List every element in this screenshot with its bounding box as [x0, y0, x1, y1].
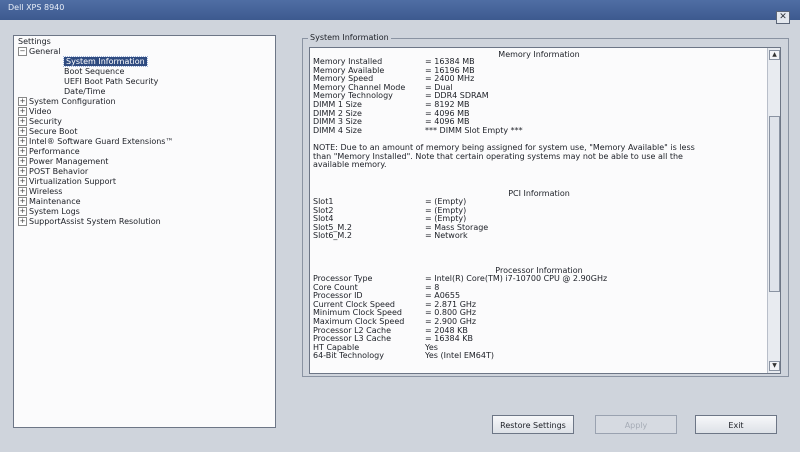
tree-item[interactable]: + Performance	[18, 147, 80, 157]
tree-subitem[interactable]: Date/Time	[64, 87, 105, 97]
scroll-up-arrow-icon[interactable]: ▲	[769, 50, 780, 60]
expand-icon[interactable]: +	[18, 177, 27, 186]
info-value: = Intel(R) Core(TM) i7-10700 CPU @ 2.90G…	[425, 274, 608, 283]
tree-subitem-label: UEFI Boot Path Security	[64, 77, 159, 86]
tree-subitem-label: System Information	[63, 56, 148, 67]
expand-icon[interactable]: +	[18, 157, 27, 166]
expand-icon[interactable]: +	[18, 117, 27, 126]
tree-subitem[interactable]: Boot Sequence	[64, 67, 124, 77]
tree-item[interactable]: + Wireless	[18, 187, 62, 197]
tree-item-label: Virtualization Support	[29, 177, 116, 186]
restore-settings-button[interactable]: Restore Settings	[492, 415, 574, 434]
info-key: 64-Bit Technology	[313, 351, 384, 361]
tree-item[interactable]: + Intel® Software Guard Extensions™	[18, 137, 173, 147]
expand-icon[interactable]: +	[18, 107, 27, 116]
tree-item-label: Power Management	[29, 157, 109, 166]
info-value: = Network	[425, 231, 468, 241]
info-row: 64-Bit Technology Yes (Intel EM64T)	[313, 352, 494, 361]
tree-item[interactable]: + Virtualization Support	[18, 177, 116, 187]
info-key: DIMM 4 Size	[313, 125, 362, 135]
expand-icon[interactable]: +	[18, 217, 27, 226]
expand-icon[interactable]: +	[18, 197, 27, 206]
settings-tree: Settings − General System Information Boot …	[13, 35, 276, 428]
expand-icon[interactable]: +	[18, 137, 27, 146]
close-button[interactable]: ✕	[776, 11, 790, 24]
window-title: Dell XPS 8940	[8, 3, 65, 12]
tree-item[interactable]: + Secure Boot	[18, 127, 77, 137]
tree-item[interactable]: + System Configuration	[18, 97, 116, 107]
info-row: Slot6_M.2 = Network	[313, 232, 468, 241]
tree-item-label: Wireless	[29, 187, 63, 196]
tree-item-label: Video	[29, 107, 52, 116]
title-bar: Dell XPS 8940	[0, 0, 800, 20]
scrollbar-thumb[interactable]	[769, 116, 780, 292]
tree-item[interactable]: − General	[18, 47, 61, 57]
tree-item[interactable]: + Security	[18, 117, 62, 127]
info-value: Yes (Intel EM64T)	[425, 351, 494, 361]
tree-item[interactable]: + POST Behavior	[18, 167, 88, 177]
expand-icon[interactable]: +	[18, 187, 27, 196]
tree-item-label: Intel® Software Guard Extensions™	[29, 137, 174, 146]
exit-button[interactable]: Exit	[695, 415, 777, 434]
info-key: Slot6_M.2	[313, 231, 352, 241]
tree-item-label: Maintenance	[29, 197, 81, 206]
tree-item-label: Performance	[29, 147, 80, 156]
expand-icon[interactable]: +	[18, 97, 27, 106]
tree-item-label: Security	[29, 117, 62, 126]
info-row: DIMM 4 Size *** DIMM Slot Empty ***	[313, 125, 523, 136]
tree-root-label: Settings	[18, 37, 51, 46]
tree-item[interactable]: + Power Management	[18, 157, 108, 167]
scroll-down-arrow-icon[interactable]: ▼	[769, 361, 780, 371]
memory-note: NOTE: Due to an amount of memory being a…	[313, 143, 695, 170]
info-value: *** DIMM Slot Empty ***	[425, 125, 523, 135]
tree-subitem[interactable]: UEFI Boot Path Security	[64, 77, 158, 87]
tree-item-label: General	[29, 47, 61, 56]
tree-item[interactable]: + System Logs	[18, 207, 80, 217]
tree-item[interactable]: + SupportAssist System Resolution	[18, 217, 161, 227]
collapse-icon[interactable]: −	[18, 47, 27, 56]
expand-icon[interactable]: +	[18, 147, 27, 156]
tree-item-label: System Configuration	[29, 97, 116, 106]
expand-icon[interactable]: +	[18, 207, 27, 216]
tree-item-label: POST Behavior	[29, 167, 89, 176]
expand-icon[interactable]: +	[18, 167, 27, 176]
tree-subitem-label: Date/Time	[64, 87, 106, 96]
tree-item-label: SupportAssist System Resolution	[29, 217, 161, 226]
tree-item[interactable]: + Maintenance	[18, 197, 81, 207]
expand-icon[interactable]: +	[18, 127, 27, 136]
apply-button[interactable]: Apply	[595, 415, 677, 434]
system-information-panel[interactable]: ▲ ▼ Memory Information Memory Installed = …	[309, 47, 781, 374]
group-legend: System Information	[308, 33, 391, 42]
vertical-scrollbar[interactable]: ▲ ▼	[767, 48, 780, 373]
tree-subitem[interactable]: System Information	[63, 56, 148, 67]
tree-item-label: Secure Boot	[29, 127, 78, 136]
tree-item[interactable]: + Video	[18, 107, 51, 117]
tree-item-label: System Logs	[29, 207, 80, 216]
tree-subitem-label: Boot Sequence	[64, 67, 125, 76]
